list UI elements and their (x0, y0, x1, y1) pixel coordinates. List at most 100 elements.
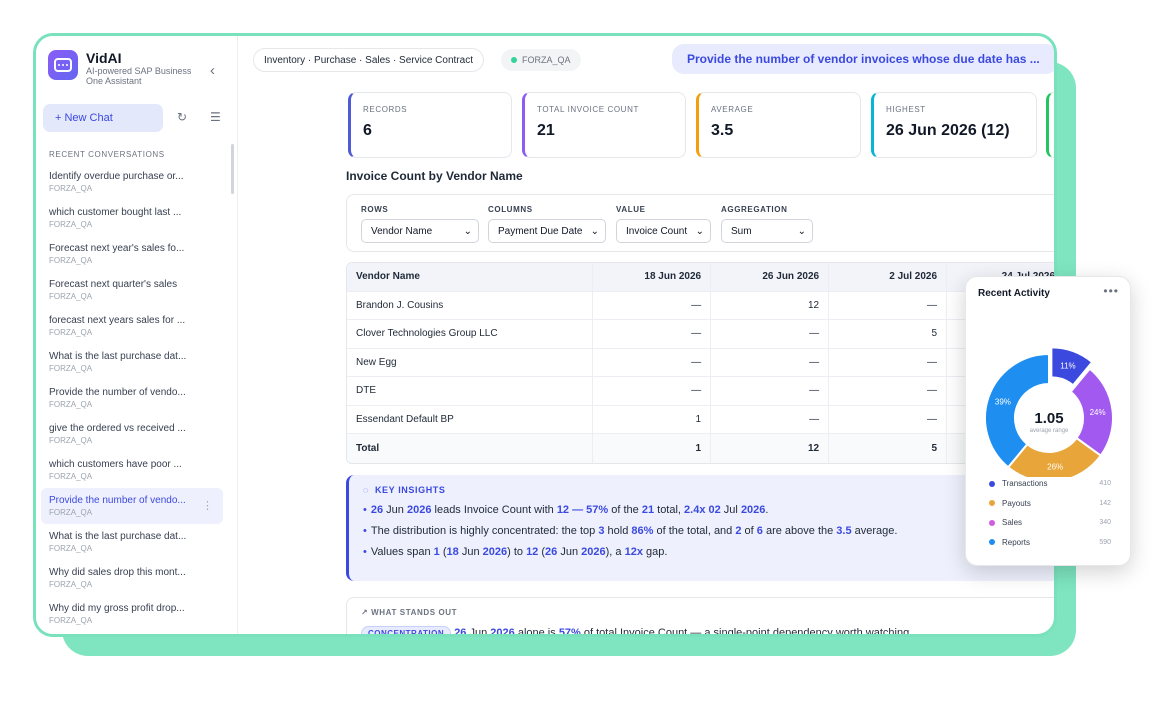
conversation-item[interactable]: Provide the number of vendo... FORZA_QA ⋮ (41, 488, 223, 524)
insight-text: of the total, and (653, 525, 736, 537)
conversation-item[interactable]: What is the last purchase dat... FORZA_QA (41, 344, 223, 380)
legend-item: Reports 590 (989, 538, 1111, 547)
donut-slice-label: 24% (1090, 408, 1106, 417)
conversation-item[interactable]: Forecast next quarter's sales FORZA_QA (41, 272, 223, 308)
conversation-title: which customers have poor ... (49, 459, 182, 470)
legend-item: Sales 340 (989, 518, 1111, 527)
rows-control: ROWS Vendor Name ⌄ (361, 205, 479, 243)
recent-activity-card: Recent Activity ••• 1.05 average range 1… (965, 276, 1131, 566)
collapse-sidebar-icon[interactable]: ‹ (210, 62, 215, 79)
rows-value: Vendor Name (371, 225, 433, 237)
columns-select[interactable]: Payment Due Date ⌄ (488, 219, 606, 243)
insight-text: ( (439, 546, 447, 558)
breadcrumb[interactable]: Inventory · Purchase · Sales · Service C… (253, 48, 484, 72)
conversation-title: Why did my gross profit drop... (49, 603, 185, 614)
table-cell: — (829, 377, 948, 405)
pivot-controls: ROWS Vendor Name ⌄ COLUMNS Payment Due Da… (346, 194, 1054, 252)
value-select[interactable]: Invoice Count ⌄ (616, 219, 711, 243)
table-cell: Clover Technologies Group LLC (347, 320, 594, 348)
app-name: VidAI (86, 50, 122, 66)
lightbulb-icon: ◌ (363, 485, 369, 495)
column-header[interactable]: 26 Jun 2026 (711, 263, 830, 291)
insight-text: ) to (507, 546, 527, 558)
insight-text: 2026 (482, 546, 508, 558)
user-query: Provide the number of vendor invoices wh… (672, 44, 1054, 74)
aggregation-select[interactable]: Sum ⌄ (721, 219, 813, 243)
trend-icon: ↗ (361, 608, 372, 617)
stat-value: 6 (363, 122, 372, 139)
table-cell: 5 (829, 320, 948, 348)
columns-control: COLUMNS Payment Due Date ⌄ (488, 205, 606, 243)
stat-card-average: AVERAGE 3.5 (696, 92, 861, 158)
table-total-row: Total11253 (347, 434, 1054, 463)
insight-text: 12 — 57% (556, 504, 609, 516)
chevron-down-icon: ⌄ (797, 225, 806, 237)
more-options-icon[interactable]: ••• (1103, 284, 1119, 298)
table-cell: New Egg (347, 348, 594, 376)
insight-text: hold (604, 525, 632, 537)
conversation-item[interactable]: forecast next years sales for ... FORZA_Q… (41, 308, 223, 344)
legend-label: Reports (1002, 537, 1031, 547)
insight-text: Values span (370, 546, 434, 558)
legend-value: 410 (1099, 480, 1111, 487)
conversation-item[interactable]: Why did sales drop this mont... FORZA_QA (41, 560, 223, 596)
app-subtitle: AI-powered SAP Business One Assistant (86, 66, 192, 86)
column-header[interactable]: 18 Jun 2026 (593, 263, 712, 291)
conversation-tag: FORZA_QA (49, 328, 93, 337)
conversation-more-icon[interactable]: ⋮ (202, 499, 213, 512)
conversation-list: Identify overdue purchase or... FORZA_QA w… (41, 164, 223, 632)
value-label: VALUE (616, 205, 646, 214)
insight-text: Jun (383, 504, 407, 516)
stat-label: AVERAGE (711, 105, 754, 114)
column-header[interactable]: 2 Jul 2026 (829, 263, 948, 291)
conversation-item[interactable]: Forecast next year's sales fo... FORZA_QA (41, 236, 223, 272)
legend-swatch (989, 519, 995, 526)
insight-text: Jul (720, 504, 741, 516)
insight-text: 21 (641, 504, 655, 516)
aggregation-control: AGGREGATION Sum ⌄ (721, 205, 813, 243)
table-cell: Essendant Default BP (347, 405, 594, 433)
what-stands-out-panel: ↗ WHAT STANDS OUT CONCENTRATION 26 Jun 2… (346, 597, 1054, 637)
rows-select[interactable]: Vendor Name ⌄ (361, 219, 479, 243)
key-insights-panel: ◌ KEY INSIGHTS • 26 Jun 2026 leads Invoice… (346, 475, 1054, 581)
table-row: New Egg———— (347, 348, 1054, 377)
table-cell: — (829, 348, 948, 376)
table-cell: 1 (593, 405, 712, 433)
standout-text: Jun (466, 627, 491, 637)
sidebar-scrollbar[interactable] (231, 144, 234, 194)
conversation-item[interactable]: which customers have poor ... FORZA_QA (41, 452, 223, 488)
stage: VidAI AI-powered SAP Business One Assist… (0, 0, 1163, 720)
table-row: Essendant Default BP1——— (347, 405, 1054, 434)
conversation-tag: FORZA_QA (49, 544, 93, 553)
conversation-item[interactable]: which customer bought last ... FORZA_QA (41, 200, 223, 236)
recent-conversations-label: RECENT CONVERSATIONS (49, 150, 165, 159)
legend-label: Payouts (1002, 498, 1031, 508)
legend-value: 340 (1099, 519, 1111, 526)
filter-list-icon[interactable]: ☰ (210, 110, 221, 124)
conversation-tag: FORZA_QA (49, 184, 93, 193)
conversation-item[interactable]: Provide the number of vendo... FORZA_QA (41, 380, 223, 416)
new-chat-button[interactable]: + New Chat (43, 104, 163, 132)
standout-text: of total Invoice Count — a single-point … (580, 627, 913, 637)
column-header[interactable]: Vendor Name (347, 263, 594, 291)
table-cell: — (711, 377, 830, 405)
environment-badge: FORZA_QA (501, 49, 581, 71)
conversation-title: Provide the number of vendo... (49, 387, 186, 398)
conversation-item[interactable]: Identify overdue purchase or... FORZA_QA (41, 164, 223, 200)
table-cell: 5 (829, 434, 948, 463)
table-row: DTE———— (347, 377, 1054, 406)
chevron-down-icon: ⌄ (590, 225, 599, 237)
insight-text: 18 (446, 546, 459, 558)
conversation-item[interactable]: Why did my gross profit drop... FORZA_QA (41, 596, 223, 632)
table-cell: — (711, 348, 830, 376)
table-cell: — (593, 320, 712, 348)
key-insights-heading: KEY INSIGHTS (374, 485, 446, 495)
table-cell: — (593, 377, 712, 405)
refresh-icon[interactable]: ↻ (177, 110, 187, 124)
donut-slice-label: 39% (995, 397, 1011, 406)
legend-label: Sales (1002, 518, 1023, 527)
conversation-item[interactable]: give the ordered vs received ... FORZA_QA (41, 416, 223, 452)
conversation-item[interactable]: What is the last purchase dat... FORZA_QA (41, 524, 223, 560)
table-cell: — (711, 320, 830, 348)
what-stands-out-heading: WHAT STANDS OUT (371, 608, 458, 617)
